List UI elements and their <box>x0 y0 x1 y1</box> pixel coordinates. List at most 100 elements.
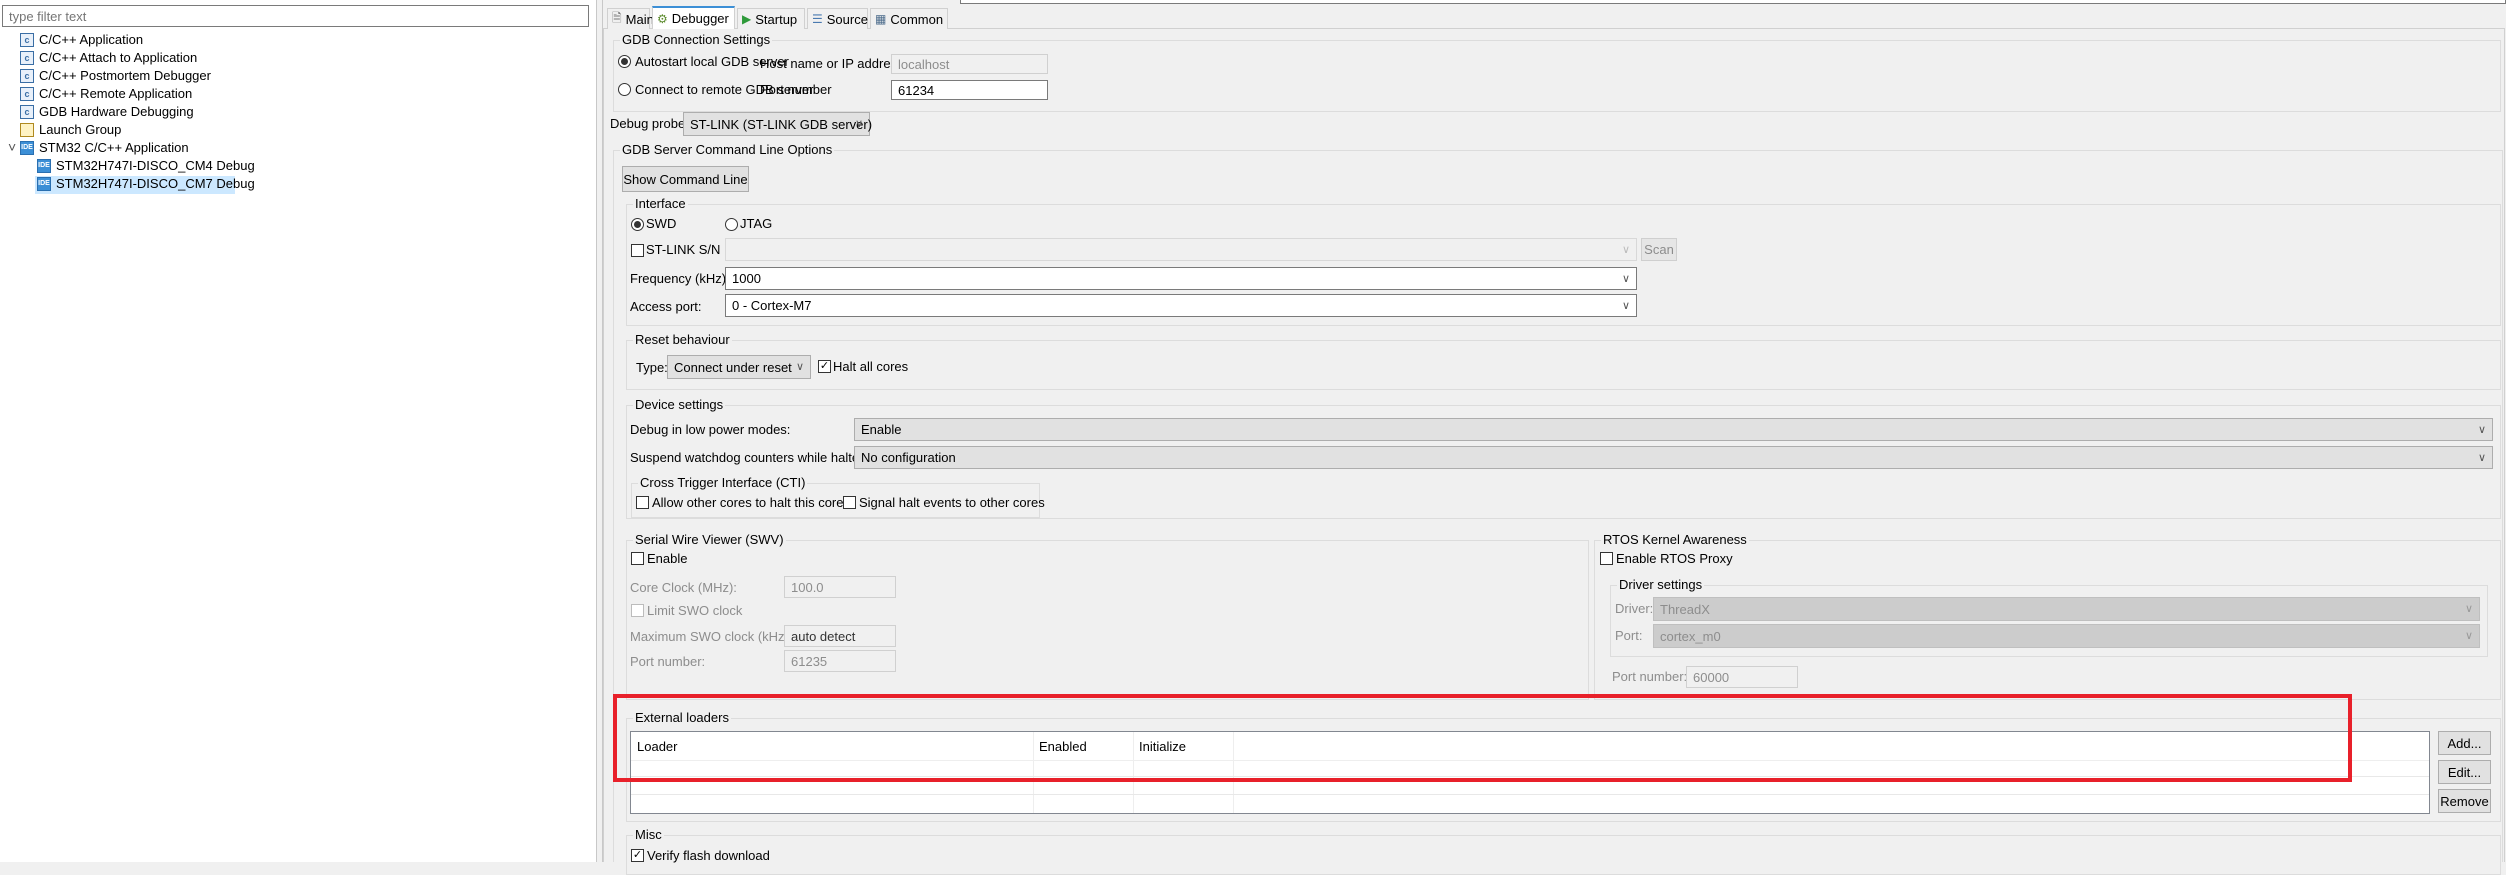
group-title: Serial Wire Viewer (SWV) <box>633 532 786 548</box>
chevron-down-icon: ∨ <box>2477 451 2486 464</box>
tab-startup[interactable]: ▶ Startup <box>737 8 805 29</box>
play-icon: ▶ <box>742 12 752 26</box>
tab-common[interactable]: ▦ Common <box>870 8 948 29</box>
swd-radio[interactable] <box>631 218 644 231</box>
rtos-port-select[interactable]: cortex_m0 ∨ <box>1653 624 2480 648</box>
stm32-icon: IDE <box>37 177 51 191</box>
reset-type-label: Type: <box>636 360 668 375</box>
swv-port-input[interactable]: 61235 <box>784 650 896 672</box>
c-launch-icon: c <box>20 69 34 83</box>
frequency-select[interactable]: 1000 ∨ <box>725 267 1637 290</box>
filter-input[interactable] <box>2 5 589 27</box>
driver-label: Driver: <box>1615 601 1654 616</box>
swd-label: SWD <box>646 216 677 231</box>
access-port-value: 0 - Cortex-M7 <box>732 298 812 313</box>
stlink-sn-select[interactable]: ∨ <box>725 238 1637 261</box>
rtos-port-number-label: Port number: <box>1612 669 1688 684</box>
host-label: Host name or IP address <box>760 56 904 71</box>
reset-type-select[interactable]: Connect under reset ∨ <box>667 355 811 379</box>
rtos-enable-label: Enable RTOS Proxy <box>1616 551 1733 566</box>
rtos-port-label: Port: <box>1615 628 1643 643</box>
chevron-down-icon: ∨ <box>1621 243 1630 256</box>
chevron-down-icon: ∨ <box>2464 602 2473 615</box>
driver-select[interactable]: ThreadX ∨ <box>1653 597 2480 621</box>
launch-group-icon <box>20 123 34 137</box>
tree-item-label: C/C++ Postmortem Debugger <box>39 68 211 83</box>
low-power-select[interactable]: Enable ∨ <box>854 418 2493 441</box>
table-icon: ▦ <box>875 12 887 26</box>
watchdog-select[interactable]: No configuration ∨ <box>854 446 2493 469</box>
watchdog-label: Suspend watchdog counters while halted: <box>630 450 870 465</box>
stm32-icon: IDE <box>20 141 34 155</box>
group-title: Reset behaviour <box>633 332 732 348</box>
swv-port-label: Port number: <box>630 654 706 669</box>
tab-label: Common <box>890 11 944 27</box>
halt-all-cores-label: Halt all cores <box>833 359 909 374</box>
halt-all-cores-checkbox[interactable]: ✓ <box>818 360 831 373</box>
stlink-sn-checkbox[interactable] <box>631 244 644 257</box>
max-swo-input[interactable]: auto detect <box>784 625 896 647</box>
chevron-down-icon: ∨ <box>1621 299 1630 312</box>
tab-label: Main <box>625 11 654 27</box>
limit-swo-checkbox[interactable] <box>631 604 644 617</box>
max-swo-label: Maximum SWO clock (kHz): <box>630 629 793 644</box>
autostart-radio[interactable] <box>618 55 631 68</box>
tree-item-label: STM32H747I-DISCO_CM4 Debug <box>56 158 255 173</box>
group-title: Interface <box>633 196 688 212</box>
show-command-line-button[interactable]: Show Command Line <box>622 166 749 192</box>
chevron-down-icon: ∨ <box>1621 272 1630 285</box>
gdb-connection-group: GDB Connection Settings <box>613 32 2501 112</box>
edit-loader-button[interactable]: Edit... <box>2438 760 2491 784</box>
chevron-down-icon: ∨ <box>2464 629 2473 642</box>
c-launch-icon: c <box>20 87 34 101</box>
access-port-select[interactable]: 0 - Cortex-M7 ∨ <box>725 294 1637 317</box>
rtos-enable-checkbox[interactable] <box>1600 552 1613 565</box>
tab-source[interactable]: ☰ Source <box>807 8 868 29</box>
add-loader-button[interactable]: Add... <box>2438 731 2491 755</box>
reset-type-value: Connect under reset <box>674 359 792 375</box>
frequency-value: 1000 <box>732 271 761 286</box>
group-title: GDB Server Command Line Options <box>620 142 835 158</box>
tree-item-label: STM32H747I-DISCO_CM7 Debug <box>56 176 255 191</box>
verify-flash-checkbox[interactable]: ✓ <box>631 849 644 862</box>
tree-item-label: C/C++ Application <box>39 32 144 47</box>
tree-item-label: STM32 C/C++ Application <box>39 140 189 155</box>
cti-signal-label: Signal halt events to other cores <box>859 495 1045 510</box>
chevron-down-icon[interactable]: ˅ <box>8 139 16 155</box>
tree-item-label: Launch Group <box>39 122 122 137</box>
highlight-annotation-box <box>613 694 2352 782</box>
document-icon: 🗎 <box>612 10 622 25</box>
group-title: Device settings <box>633 397 726 413</box>
remove-loader-button[interactable]: Remove <box>2438 789 2491 813</box>
driver-value: ThreadX <box>1660 601 1710 617</box>
tab-debugger[interactable]: ⚙ Debugger <box>652 6 735 29</box>
low-power-label: Debug in low power modes: <box>630 422 791 437</box>
port-input[interactable]: 61234 <box>891 80 1048 100</box>
cti-allow-checkbox[interactable] <box>636 496 649 509</box>
scan-button[interactable]: Scan <box>1641 238 1677 261</box>
low-power-value: Enable <box>861 422 902 437</box>
bug-icon: ⚙ <box>657 11 668 26</box>
c-launch-icon: c <box>20 51 34 65</box>
rtos-port-number-input[interactable]: 60000 <box>1686 666 1798 688</box>
core-clock-input[interactable]: 100.0 <box>784 576 896 598</box>
core-clock-label: Core Clock (MHz): <box>630 580 737 595</box>
frequency-label: Frequency (kHz): <box>630 271 730 286</box>
swv-enable-label: Enable <box>647 551 688 566</box>
tree-item-label: C/C++ Attach to Application <box>39 50 198 65</box>
table-row[interactable] <box>631 794 2429 795</box>
remote-radio[interactable] <box>618 83 631 96</box>
debug-probe-select[interactable]: ST-LINK (ST-LINK GDB server) ∨ <box>683 112 872 136</box>
group-title: Misc <box>633 827 664 843</box>
cti-signal-checkbox[interactable] <box>843 496 856 509</box>
tab-main[interactable]: 🗎 Main <box>607 8 654 29</box>
name-field-border <box>960 0 2506 4</box>
swv-enable-checkbox[interactable] <box>631 552 644 565</box>
swv-group: Serial Wire Viewer (SWV) <box>626 532 1589 700</box>
host-input[interactable]: localhost <box>891 54 1048 74</box>
source-icon: ☰ <box>812 12 823 26</box>
misc-group: Misc <box>626 827 2501 875</box>
jtag-radio[interactable] <box>725 218 738 231</box>
debug-probe-label: Debug probe <box>610 116 686 131</box>
watchdog-value: No configuration <box>861 450 956 465</box>
